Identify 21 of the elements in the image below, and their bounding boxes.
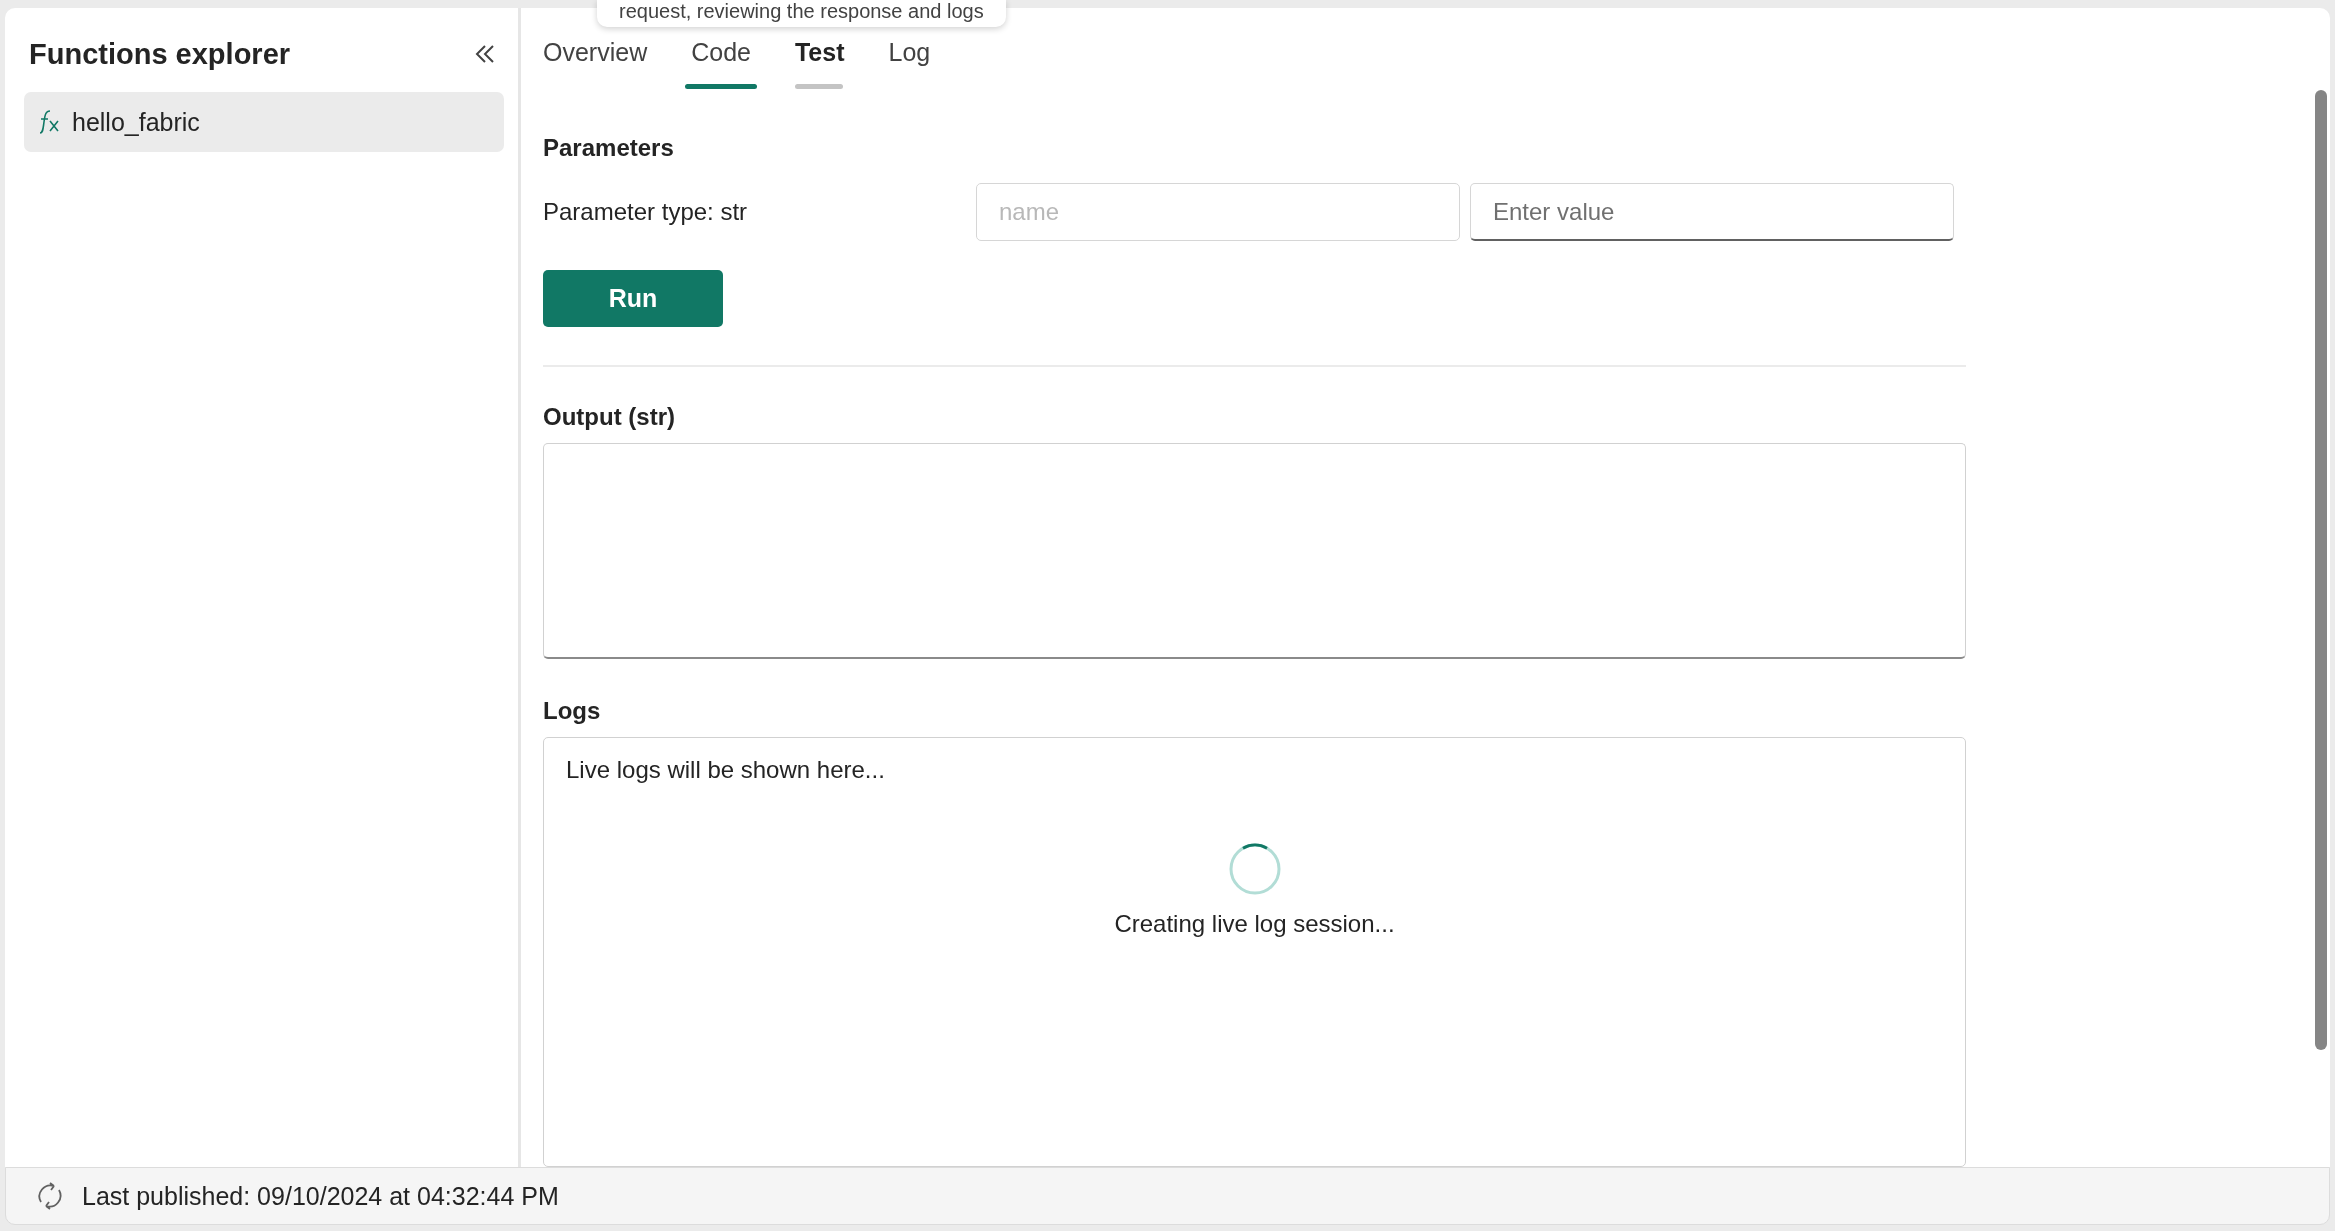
- run-button[interactable]: Run: [543, 270, 723, 327]
- parameter-label: Parameter type: str: [543, 198, 749, 226]
- tab[interactable]: Test: [788, 32, 851, 95]
- scrollbar[interactable]: [2315, 90, 2327, 1050]
- function-item[interactable]: hello_fabric: [24, 92, 504, 152]
- section-heading: Output (str): [543, 403, 676, 431]
- spinner-icon: [1227, 842, 1282, 896]
- logs-field[interactable]: Live logs will be shown here... Creating live log session...: [543, 737, 1966, 1167]
- loading-status: Creating live log session...: [1114, 910, 1395, 938]
- value-field[interactable]: Enter value: [1470, 183, 1954, 241]
- section-heading: Parameters: [543, 134, 675, 162]
- section-heading: Logs: [543, 697, 602, 725]
- last-published-text: Last published: 09/10/2024 at 04:32:44 PM: [82, 1181, 559, 1211]
- name-field[interactable]: name: [976, 183, 1460, 241]
- tooltip-text: request, reviewing the response and logs: [619, 0, 984, 22]
- sidebar-title: Functions explorer: [29, 37, 291, 71]
- tab[interactable]: Log: [882, 32, 937, 95]
- logs-placeholder: Live logs will be shown here...: [566, 756, 885, 784]
- tab[interactable]: Code: [685, 32, 757, 95]
- output-field[interactable]: [543, 443, 1966, 659]
- tab[interactable]: Overview: [537, 32, 654, 95]
